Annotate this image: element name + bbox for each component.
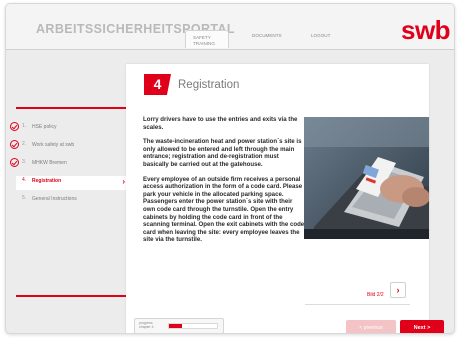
progress-label: progress chapter 4 (139, 321, 154, 330)
header-divider (6, 49, 454, 50)
swb-logo: swb (401, 15, 451, 45)
app-window: ARBEITSSICHERHEITSPORTAL SAFETY TRAINING… (5, 3, 455, 334)
sidebar-top-rule (16, 107, 126, 109)
check-circle-icon (10, 122, 19, 131)
header: ARBEITSSICHERHEITSPORTAL SAFETY TRAINING… (6, 4, 454, 50)
check-circle-icon (10, 158, 19, 167)
sidebar-item-number: 4. (22, 177, 27, 183)
sidebar-item-label: Registration (32, 178, 62, 184)
body-text: Lorry drivers have to use the entries an… (143, 116, 306, 251)
code-card-scanner-photo (304, 117, 429, 239)
content-panel: 4 Registration Lorry drivers have to use… (126, 64, 429, 333)
step-number-badge: 4 (144, 74, 171, 95)
progress-indicator: progress chapter 4 (134, 318, 224, 333)
sidebar-item-number: 2. (22, 141, 27, 147)
scanner-photo-illustration (304, 117, 429, 239)
sidebar-item-hse-policy[interactable]: 1. HSE policy (10, 122, 129, 136)
previous-button[interactable]: < previous (346, 320, 396, 333)
sidebar-item-work-safety[interactable]: 2. Work safety at swb (10, 140, 129, 154)
sidebar-item-general-instructions[interactable]: 5. General Instructions (16, 194, 129, 208)
paragraph: Lorry drivers have to use the entries an… (143, 116, 298, 131)
tab-documents[interactable]: DOCUMENTS (252, 33, 282, 39)
paragraph: Every employee of an outside firm receiv… (143, 175, 305, 244)
image-divider (305, 304, 410, 305)
sidebar-item-registration[interactable]: 4. Registration › (16, 176, 129, 190)
progress-fill (169, 324, 183, 328)
sidebar-item-number: 1. (22, 123, 27, 129)
sidebar-item-label: MHKW Bremen (32, 160, 67, 166)
sidebar-item-number: 5. (22, 195, 27, 201)
next-image-button[interactable]: › (390, 282, 406, 298)
chevron-right-icon: › (396, 285, 400, 295)
sidebar-item-mhkw-bremen[interactable]: 3. MHKW Bremen (10, 158, 129, 172)
tab-safety-training[interactable]: SAFETY TRAINING (185, 30, 229, 48)
sidebar-item-label: HSE policy (32, 124, 57, 130)
chevron-right-icon: › (122, 177, 125, 186)
paragraph: The waste-incineration heat and power st… (143, 138, 302, 168)
sidebar-item-label: General Instructions (32, 196, 77, 202)
sidebar-item-label: Work safety at swb (32, 142, 75, 148)
sidebar-bottom-rule (16, 295, 126, 297)
page-title: Registration (178, 79, 240, 91)
sidebar-item-number: 3. (22, 159, 27, 165)
progress-track (168, 323, 218, 329)
next-button[interactable]: Next > (400, 320, 444, 333)
check-circle-icon (10, 140, 19, 149)
tab-logout[interactable]: LOGOUT (311, 33, 330, 39)
image-counter: Bild 2/2 (367, 292, 384, 298)
